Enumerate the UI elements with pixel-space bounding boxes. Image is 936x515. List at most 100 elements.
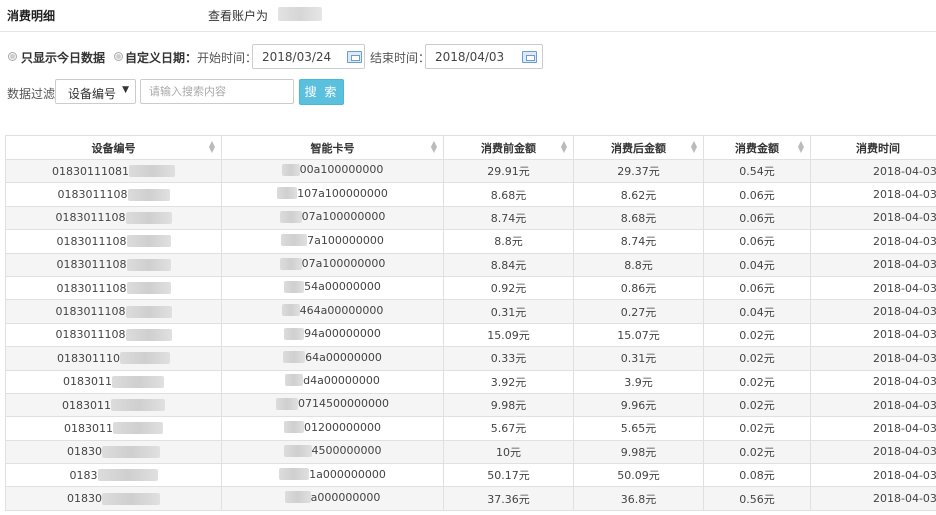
redacted-mask	[127, 188, 170, 201]
col-header-time[interactable]: 消费时间	[810, 135, 936, 160]
cell-device: 0183011	[5, 369, 222, 394]
cell-time: 2018-04-03 10	[810, 392, 936, 418]
cell-time: 2018-04-03 10	[810, 369, 936, 394]
table-row[interactable]: 0183011 d4a00000000 3.92元 3.9元 0.02元 2018-04-…	[5, 369, 936, 394]
col-header-device[interactable]: 设备编号 ▲ ▼	[5, 135, 222, 160]
cell-time: 2018-04-03 10	[810, 346, 936, 371]
cell-after: 36.8元	[573, 486, 704, 511]
cell-amount: 0.02元	[703, 369, 811, 394]
cell-time: 2018-04-03 11	[810, 205, 936, 231]
cell-after: 8.74元	[573, 229, 704, 254]
table-row[interactable]: 0183011108 7a100000000 8.8元 8.74元 0.06元 2018-…	[5, 229, 936, 254]
redacted-mask	[281, 234, 308, 247]
cell-before: 8.84元	[443, 252, 574, 277]
cell-time: 2018-04-03 11	[810, 229, 936, 254]
start-date-value: 2018/03/24	[262, 50, 332, 64]
cell-amount: 0.04元	[703, 299, 811, 324]
cell-before: 3.92元	[443, 369, 574, 394]
cell-card: 00a100000000	[221, 158, 444, 184]
search-button[interactable]: 搜 索	[299, 79, 344, 105]
start-time-label: 开始时间：	[197, 51, 258, 65]
date-filter-row: 只显示今日数据 自定义日期： 开始时间： 2018/03/24 结束时间： 20…	[0, 44, 936, 70]
calendar-icon[interactable]	[347, 51, 362, 63]
cell-time: 2018-04-03 10	[810, 439, 936, 465]
cell-before: 0.31元	[443, 299, 574, 324]
cell-card: 4500000000	[221, 439, 444, 465]
table-row[interactable]: 0183011108 107a100000000 8.68元 8.62元 0.06元 20…	[5, 182, 936, 207]
cell-card: 54a00000000	[221, 275, 444, 301]
cell-before: 8.8元	[443, 229, 574, 254]
table-row[interactable]: 018301110 64a00000000 0.33元 0.31元 0.02元 2018-…	[5, 346, 936, 371]
redacted-mask	[120, 352, 170, 365]
cell-time: 2018-04-03 10	[810, 416, 936, 441]
redacted-mask	[97, 469, 158, 482]
sort-icon[interactable]: ▲ ▼	[431, 140, 437, 154]
cell-device: 01830	[5, 439, 222, 465]
radio-today[interactable]	[8, 52, 17, 61]
radio-custom-date[interactable]	[114, 52, 123, 61]
cell-after: 8.68元	[573, 205, 704, 231]
page-title: 消费明细	[7, 9, 56, 23]
radio-custom-label[interactable]: 自定义日期：	[125, 49, 197, 66]
redacted-mask	[283, 351, 306, 364]
cell-card: 01200000000	[221, 416, 444, 441]
table-row[interactable]: 0183011 0714500000000 9.98元 9.96元 0.02元 2018-…	[5, 392, 936, 418]
cell-device: 0183011	[5, 392, 222, 418]
cell-amount: 0.08元	[703, 463, 811, 488]
cell-device: 0183011	[5, 416, 222, 441]
cell-before: 0.33元	[443, 346, 574, 371]
table-row[interactable]: 0183011108 464a00000000 0.31元 0.27元 0.04元 201…	[5, 299, 936, 324]
table-row[interactable]: 0183011108 54a00000000 0.92元 0.86元 0.06元 2018…	[5, 275, 936, 301]
end-date-value: 2018/04/03	[435, 50, 505, 64]
sort-icon[interactable]: ▲ ▼	[691, 140, 697, 154]
cell-before: 29.91元	[443, 158, 574, 184]
filter-field-select[interactable]: 设备编号 ▼	[55, 79, 136, 104]
table-row[interactable]: 0183 1a000000000 50.17元 50.09元 0.08元 2018-04-…	[5, 463, 936, 488]
table-row[interactable]: 01830111081 00a100000000 29.91元 29.37元 0.54元…	[5, 158, 936, 184]
cell-amount: 0.06元	[703, 229, 811, 254]
redacted-mask	[283, 444, 312, 457]
cell-after: 3.9元	[573, 369, 704, 394]
table-row[interactable]: 01830450000000010元9.98元0.02元2018-04-03 1…	[5, 439, 936, 465]
cell-before: 8.74元	[443, 205, 574, 231]
col-header-before[interactable]: 消费前金额 ▲ ▼	[443, 135, 574, 160]
table-row[interactable]: 0183011108 94a00000000 15.09元 15.07元 0.02元 20…	[5, 322, 936, 348]
sort-icon[interactable]: ▲ ▼	[561, 140, 567, 154]
radio-today-label[interactable]: 只显示今日数据	[21, 49, 105, 66]
cell-device: 0183011108	[5, 322, 222, 348]
cell-time: 2018-04-03 08	[810, 486, 936, 511]
table-row[interactable]: 0183011108 07a100000000 8.84元 8.8元 0.04元 2018…	[5, 252, 936, 277]
col-header-amount[interactable]: 消费金额 ▲ ▼	[703, 135, 811, 160]
col-header-after[interactable]: 消费后金额 ▲ ▼	[573, 135, 704, 160]
cell-after: 8.62元	[573, 182, 704, 207]
table-row[interactable]: 0183011 01200000000 5.67元 5.65元 0.02元 2018-04…	[5, 416, 936, 441]
calendar-icon[interactable]	[522, 51, 537, 63]
cell-card: 0714500000000	[221, 392, 444, 418]
cell-card: 07a100000000	[221, 252, 444, 277]
cell-time: 2018-04-03 11	[810, 275, 936, 301]
cell-amount: 0.02元	[703, 416, 811, 441]
account-label: 查看账户为	[208, 9, 269, 23]
cell-device: 01830111081	[5, 158, 222, 184]
table-row[interactable]: 0183011108 07a100000000 8.74元 8.68元 0.06元 201…	[5, 205, 936, 231]
cell-after: 5.65元	[573, 416, 704, 441]
redacted-mask	[111, 399, 165, 412]
search-input[interactable]	[140, 79, 294, 104]
cell-time: 2018-04-03 08	[810, 463, 936, 488]
cell-before: 15.09元	[443, 322, 574, 348]
cell-card: 07a100000000	[221, 205, 444, 231]
cell-amount: 0.56元	[703, 486, 811, 511]
cell-after: 50.09元	[573, 463, 704, 488]
redacted-mask	[112, 375, 164, 388]
cell-before: 10元	[443, 439, 574, 465]
cell-card: d4a00000000	[221, 369, 444, 394]
end-date-input[interactable]: 2018/04/03	[425, 44, 543, 69]
cell-time: 2018-04-03 10	[810, 299, 936, 324]
sort-icon[interactable]: ▲ ▼	[209, 140, 215, 154]
col-header-card[interactable]: 智能卡号 ▲ ▼	[221, 135, 444, 160]
start-date-input[interactable]: 2018/03/24	[252, 44, 365, 69]
redacted-mask	[284, 280, 305, 293]
sort-icon[interactable]: ▲ ▼	[798, 140, 804, 154]
cell-time: 2018-04-03 11	[810, 182, 936, 207]
table-row[interactable]: 01830 a000000000 37.36元 36.8元 0.56元 2018-04-0…	[5, 486, 936, 511]
